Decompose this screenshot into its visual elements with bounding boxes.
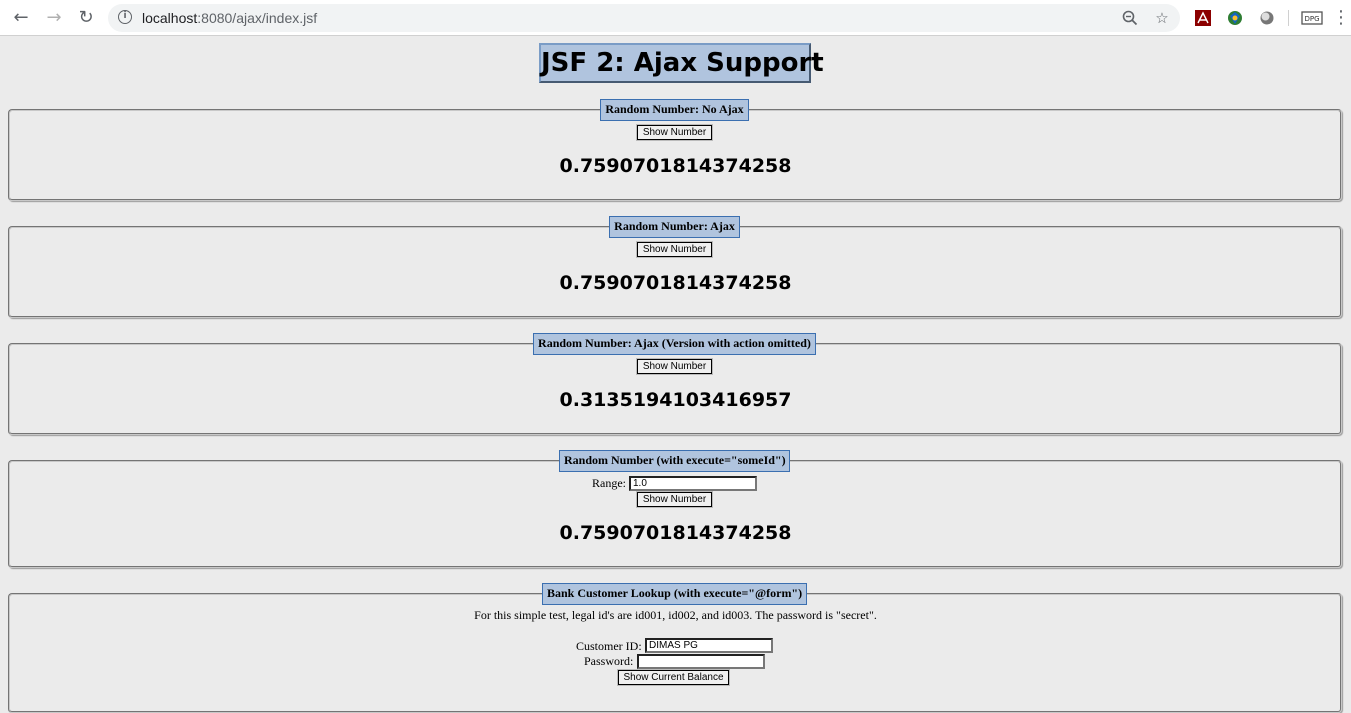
customer-id-label: Customer ID:: [576, 639, 642, 653]
browser-toolbar: ← → ↻ i localhost:8080/ajax/index.jsf ☆ …: [0, 0, 1351, 36]
pdf-extension-icon[interactable]: [1194, 9, 1212, 27]
password-input[interactable]: [637, 654, 765, 669]
customer-id-input[interactable]: DIMAS PG: [645, 638, 773, 653]
dpg-extension-icon[interactable]: DPG: [1301, 9, 1323, 27]
show-number-button[interactable]: Show Number: [636, 241, 713, 258]
address-bar[interactable]: i localhost:8080/ajax/index.jsf ☆: [108, 4, 1180, 32]
url-text[interactable]: localhost:8080/ajax/index.jsf: [142, 10, 317, 26]
test-instructions-note: For this simple test, legal id's are id0…: [474, 608, 877, 622]
section-legend-bank-lookup: Bank Customer Lookup (with execute="@for…: [542, 583, 807, 605]
site-info-icon[interactable]: i: [118, 10, 132, 24]
range-input[interactable]: 1.0: [629, 476, 757, 491]
random-number-result: 0.7590701814374258: [559, 272, 792, 294]
section-legend-ajax-action-omitted: Random Number: Ajax (Version with action…: [533, 333, 816, 355]
reload-icon[interactable]: ↻: [75, 7, 97, 29]
url-host: localhost: [142, 10, 198, 26]
back-arrow-icon[interactable]: ←: [10, 7, 32, 29]
forward-arrow-icon[interactable]: →: [43, 7, 65, 29]
menu-kebab-icon[interactable]: ⋮: [1332, 7, 1350, 29]
range-label: Range:: [592, 476, 626, 490]
toolbar-divider: [1288, 10, 1289, 26]
random-number-result: 0.3135194103416957: [559, 389, 792, 411]
download-manager-extension-icon[interactable]: [1226, 9, 1244, 27]
url-path: :8080/ajax/index.jsf: [197, 10, 318, 26]
show-number-button[interactable]: Show Number: [636, 358, 713, 375]
zoom-icon[interactable]: [1121, 9, 1139, 27]
bookmark-star-icon[interactable]: ☆: [1153, 9, 1171, 27]
circle-extension-icon[interactable]: [1258, 9, 1276, 27]
page-title: JSF 2: Ajax Support: [539, 43, 824, 83]
svg-text:DPG: DPG: [1304, 15, 1319, 23]
show-number-button[interactable]: Show Number: [636, 491, 713, 508]
random-number-result: 0.7590701814374258: [559, 522, 792, 544]
password-label: Password:: [584, 654, 634, 668]
section-legend-execute-someid: Random Number (with execute="someId"): [559, 450, 790, 472]
section-legend-no-ajax: Random Number: No Ajax: [600, 99, 749, 121]
random-number-result: 0.7590701814374258: [559, 155, 792, 177]
section-legend-ajax: Random Number: Ajax: [609, 216, 740, 238]
show-current-balance-button[interactable]: Show Current Balance: [617, 669, 730, 686]
show-number-button[interactable]: Show Number: [636, 124, 713, 141]
